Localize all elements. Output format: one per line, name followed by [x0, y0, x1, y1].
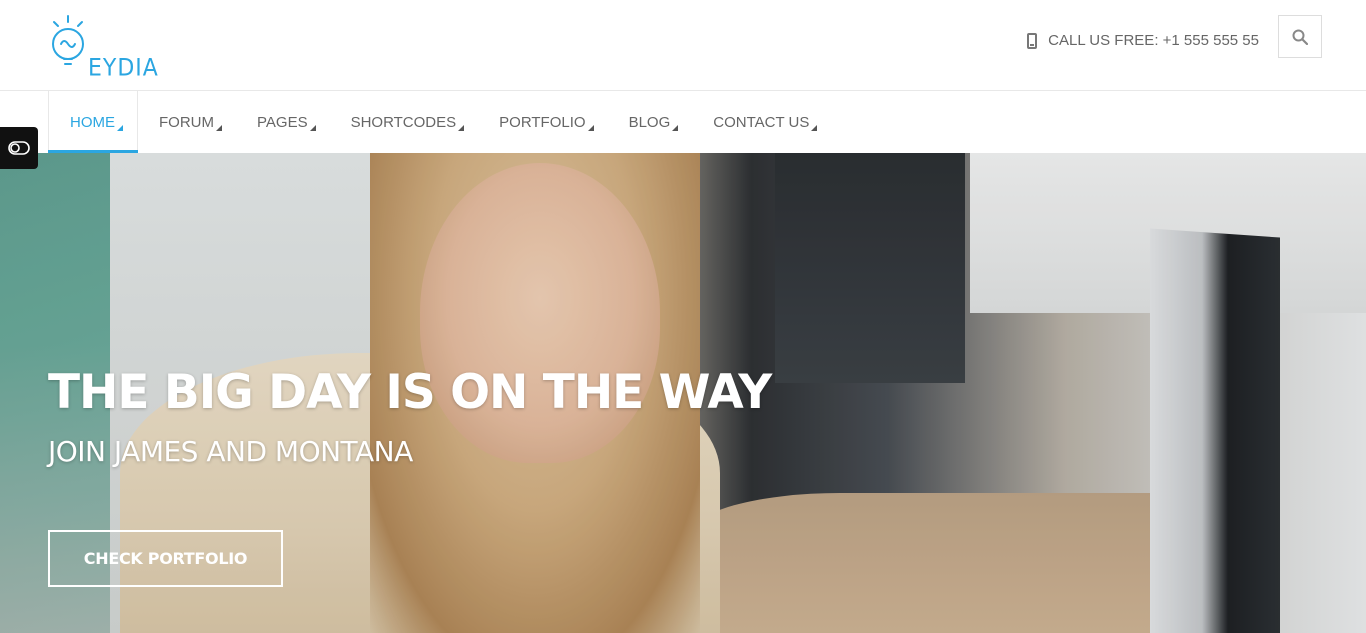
nav-item-label: BLOG	[628, 113, 671, 131]
nav-item-pages[interactable]: PAGES	[236, 91, 330, 153]
dropdown-caret-icon	[458, 125, 465, 131]
nav-item-label: HOME	[70, 113, 115, 131]
main-nav: HOME FORUM PAGES SHORTCODES PORTFOLIO BL…	[0, 91, 1366, 153]
site-header: EYDIA CALL US FREE: +1 555 555 55	[0, 0, 1366, 91]
nav-item-home[interactable]: HOME	[48, 91, 138, 153]
dropdown-caret-icon	[216, 125, 222, 131]
check-portfolio-button[interactable]: CHECK PORTFOLIO	[48, 530, 283, 587]
dropdown-caret-icon	[672, 125, 679, 131]
nav-item-label: CONTACT US	[713, 113, 810, 131]
dropdown-caret-icon	[811, 125, 818, 131]
search-icon	[1292, 29, 1308, 45]
nav-item-portfolio[interactable]: PORTFOLIO	[478, 91, 607, 153]
style-switcher-toggle[interactable]	[0, 127, 38, 169]
hero-title: THE BIG DAY IS ON THE WAY	[48, 365, 772, 420]
hero-slider: THE BIG DAY IS ON THE WAY JOIN JAMES AND…	[0, 153, 1366, 633]
nav-list: HOME FORUM PAGES SHORTCODES PORTFOLIO BL…	[48, 91, 831, 153]
nav-item-label: PORTFOLIO	[499, 113, 586, 131]
nav-item-label: PAGES	[257, 113, 308, 131]
hero-subtitle: JOIN JAMES AND MONTANA	[48, 435, 413, 468]
call-us: CALL US FREE: +1 555 555 55	[1027, 32, 1259, 49]
dropdown-caret-icon	[309, 125, 316, 131]
nav-item-contact-us[interactable]: CONTACT US	[692, 91, 831, 153]
dropdown-caret-icon	[587, 125, 594, 131]
nav-item-blog[interactable]: BLOG	[608, 91, 693, 153]
search-button[interactable]	[1278, 15, 1322, 58]
nav-item-forum[interactable]: FORUM	[138, 91, 236, 153]
call-us-label: CALL US FREE: +1 555 555 55	[1048, 32, 1259, 49]
nav-item-label: SHORTCODES	[350, 113, 457, 131]
logo-text: EYDIA	[88, 54, 159, 83]
toggle-switch-icon	[8, 141, 30, 155]
nav-item-shortcodes[interactable]: SHORTCODES	[330, 91, 479, 153]
dropdown-caret-icon	[117, 125, 123, 131]
mobile-phone-icon	[1027, 32, 1038, 49]
site-logo[interactable]: EYDIA	[46, 14, 158, 82]
nav-item-label: FORUM	[159, 113, 214, 131]
